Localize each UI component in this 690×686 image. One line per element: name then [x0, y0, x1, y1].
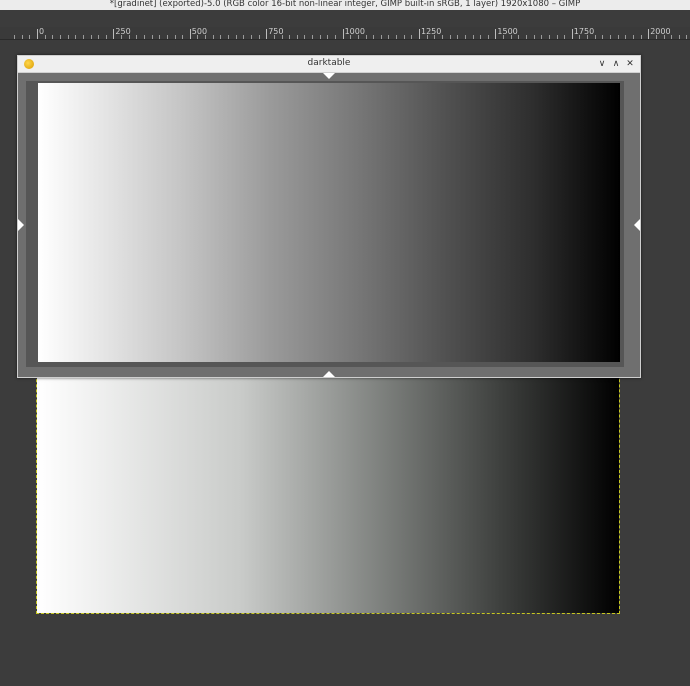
ruler-tick [44, 35, 46, 39]
gimp-window-title: *[gradinet] (exported)-5.0 (RGB color 16… [0, 0, 690, 10]
ruler-tick [441, 35, 443, 39]
ruler-tick [90, 35, 92, 39]
ruler-tick [411, 35, 413, 39]
ruler-tick [52, 35, 54, 39]
ruler-major-tick [342, 29, 344, 39]
ruler-tick [21, 35, 23, 39]
ruler-tick [304, 35, 306, 39]
ruler-tick [243, 35, 245, 39]
ruler-label: 1750 [573, 27, 595, 36]
ruler-tick [29, 35, 31, 39]
ruler-major-tick [419, 29, 420, 39]
ruler-tick [380, 35, 382, 39]
ruler-tick [686, 35, 688, 39]
ruler-tick [174, 35, 176, 39]
ruler-tick [144, 35, 145, 39]
darktable-center-view[interactable] [18, 73, 640, 377]
darktable-image-preview[interactable] [38, 83, 620, 362]
top-panel-collapse-arrow-icon[interactable] [323, 73, 335, 79]
ruler-tick [98, 35, 100, 39]
ruler-major-tick [571, 29, 573, 39]
horizontal-ruler[interactable]: 0 250 500 750 1000 1250 1500 1750 2000 [0, 27, 690, 40]
ruler-tick [472, 35, 474, 39]
ruler-major-tick [189, 29, 191, 39]
ruler-tick [365, 35, 367, 39]
ruler-label: 0 [39, 27, 45, 36]
ruler-label: 750 [268, 27, 284, 36]
ruler-tick [632, 35, 634, 39]
maximize-button[interactable]: ∧ [610, 58, 622, 70]
ruler-tick [518, 35, 520, 39]
ruler-tick [671, 35, 673, 39]
ruler-tick [449, 35, 451, 39]
ruler-tick [403, 35, 405, 39]
ruler-tick [617, 35, 619, 39]
ruler-tick [640, 35, 642, 39]
ruler-tick [335, 35, 336, 39]
ruler-tick [235, 35, 237, 39]
ruler-major-tick [266, 29, 268, 39]
ruler-label: 2000 [650, 27, 671, 36]
ruler-label: 1500 [497, 27, 518, 36]
ruler-tick [594, 35, 596, 39]
ruler-tick [319, 35, 321, 39]
ruler-tick [396, 35, 398, 39]
ruler-tick [457, 35, 459, 39]
ruler-major-tick [37, 29, 38, 39]
bottom-panel-collapse-arrow-icon[interactable] [323, 371, 335, 377]
ruler-tick [166, 35, 168, 39]
ruler-tick [59, 35, 61, 39]
ruler-tick [602, 35, 604, 39]
ruler-label: 250 [115, 27, 131, 36]
ruler-tick [480, 35, 482, 39]
left-panel-collapse-arrow-icon[interactable] [18, 219, 24, 231]
close-button[interactable]: ✕ [624, 58, 636, 70]
ruler-tick [678, 35, 680, 39]
ruler-major-tick [495, 29, 497, 39]
ruler-tick [182, 35, 184, 39]
ruler-label: 500 [191, 27, 208, 36]
ruler-tick [228, 35, 229, 39]
minimize-button[interactable]: ∨ [596, 58, 608, 70]
ruler-tick [67, 35, 69, 39]
ruler-tick [564, 35, 566, 39]
ruler-tick [610, 35, 611, 39]
ruler-major-tick [113, 29, 115, 39]
ruler-major-tick [648, 29, 650, 39]
darktable-titlebar[interactable]: darktable ∨ ∧ ✕ [18, 56, 640, 73]
darktable-window[interactable]: darktable ∨ ∧ ✕ [17, 55, 641, 378]
ruler-tick [159, 35, 161, 39]
ruler-tick [556, 35, 558, 39]
ruler-tick [487, 35, 489, 39]
ruler-tick [388, 35, 390, 39]
darktable-window-title: darktable [307, 58, 351, 68]
ruler-tick [373, 35, 375, 39]
ruler-label: 1000 [344, 27, 365, 36]
ruler-tick [258, 35, 260, 39]
ruler-tick [105, 35, 107, 39]
ruler-tick [220, 35, 222, 39]
ruler-tick [541, 35, 543, 39]
ruler-tick [548, 35, 550, 39]
ruler-tick [289, 35, 291, 39]
ruler-tick [151, 35, 153, 39]
gimp-image-canvas[interactable] [36, 339, 620, 614]
ruler-tick [526, 35, 527, 39]
ruler-tick [625, 35, 627, 39]
ruler-tick [533, 35, 535, 39]
ruler-tick [136, 35, 138, 39]
ruler-label: 1250 [421, 27, 442, 36]
ruler-tick [327, 35, 329, 39]
ruler-tick [75, 35, 77, 39]
ruler-tick [212, 35, 214, 39]
ruler-tick [312, 35, 313, 39]
right-panel-collapse-arrow-icon[interactable] [634, 219, 640, 231]
ruler-tick [82, 35, 84, 39]
ruler-tick [296, 35, 298, 39]
ruler-tick [14, 35, 16, 39]
ruler-tick [464, 35, 466, 39]
ruler-tick [250, 35, 252, 39]
